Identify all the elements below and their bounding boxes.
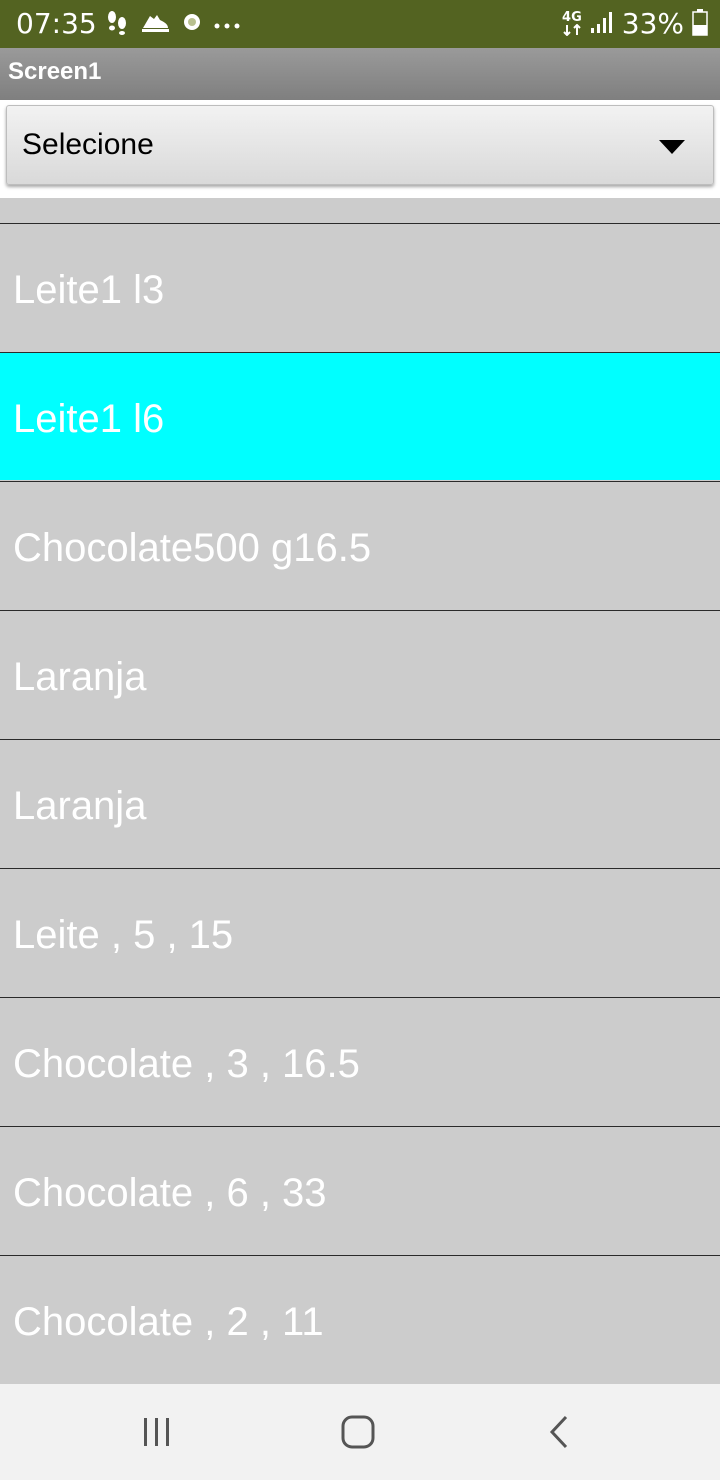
list-item-label: Leite1 l3: [13, 268, 165, 312]
list-item-label: Chocolate , 3 , 16.5: [13, 1042, 360, 1086]
list-item-selected[interactable]: Leite1 l6: [0, 352, 720, 480]
back-icon[interactable]: [546, 1414, 574, 1450]
battery-icon: [692, 8, 708, 40]
system-nav-bar: [0, 1384, 720, 1480]
signal-icon: [590, 10, 614, 38]
recent-apps-icon[interactable]: [140, 1414, 174, 1450]
list-item[interactable]: Laranja: [0, 610, 720, 738]
list-item[interactable]: Leite1 l3: [0, 223, 720, 351]
list-item[interactable]: Chocolate500 g16.5: [0, 481, 720, 609]
list-item-label: Laranja: [13, 655, 147, 699]
home-icon[interactable]: [340, 1414, 376, 1450]
footsteps-icon: [106, 9, 128, 39]
list-item[interactable]: Chocolate , 2 , 11: [0, 1255, 720, 1383]
spinner-selected-label: Selecione: [22, 128, 154, 161]
dropdown-arrow-icon: [659, 140, 685, 159]
screen-title: Screen1: [8, 58, 102, 85]
more-icon: [214, 15, 240, 34]
list-item-label: Chocolate , 2 , 11: [13, 1300, 324, 1344]
list-item[interactable]: Chocolate , 6 , 33: [0, 1126, 720, 1254]
battery-percent: 33%: [621, 7, 684, 40]
network-type-label: 4G: [562, 10, 582, 25]
status-bar: 07:35 4G 33%: [0, 0, 720, 48]
network-4g-icon: 4G: [562, 10, 582, 36]
list-item-label: Leite , 5 , 15: [13, 913, 234, 957]
product-spinner[interactable]: Selecione: [6, 105, 714, 185]
list-item-label: Leite1 l6: [13, 397, 165, 441]
notification-icons: [106, 9, 240, 39]
list-item[interactable]: Leite , 5 , 15: [0, 868, 720, 996]
title-bar: Screen1: [0, 48, 720, 100]
list-item-label: Laranja: [13, 784, 147, 828]
system-icons: 4G 33%: [562, 6, 708, 42]
list-item-label: Chocolate500 g16.5: [13, 526, 372, 570]
list-item[interactable]: Laranja: [0, 739, 720, 867]
shoe-icon: [140, 10, 170, 38]
list-item-label: Chocolate , 6 , 33: [13, 1171, 327, 1215]
list-item[interactable]: Chocolate , 3 , 16.5: [0, 997, 720, 1125]
product-list[interactable]: Leite1 l3 Leite1 l6 Chocolate500 g16.5 L…: [0, 198, 720, 1384]
status-time: 07:35: [16, 7, 97, 40]
dot-icon: [182, 12, 202, 36]
